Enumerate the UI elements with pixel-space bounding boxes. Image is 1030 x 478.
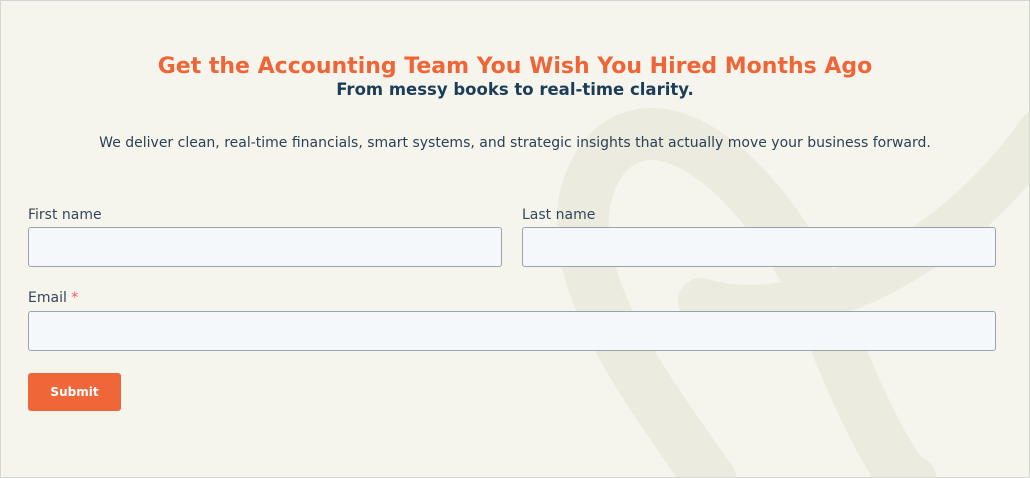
- last-name-input[interactable]: [522, 227, 996, 267]
- subheadline: From messy books to real-time clarity.: [336, 80, 694, 99]
- first-name-input[interactable]: [28, 227, 502, 267]
- last-name-label: Last name: [522, 207, 596, 223]
- first-name-label: First name: [28, 207, 102, 223]
- description-text: We deliver clean, real-time financials, …: [99, 135, 931, 151]
- form-section: Get the Accounting Team You Wish You Hir…: [0, 0, 1030, 478]
- email-label-text: Email: [28, 290, 67, 306]
- email-label: Email *: [28, 289, 78, 307]
- required-asterisk: *: [71, 290, 79, 306]
- email-input[interactable]: [28, 311, 996, 351]
- submit-button[interactable]: Submit: [28, 373, 121, 411]
- headline: Get the Accounting Team You Wish You Hir…: [157, 54, 873, 79]
